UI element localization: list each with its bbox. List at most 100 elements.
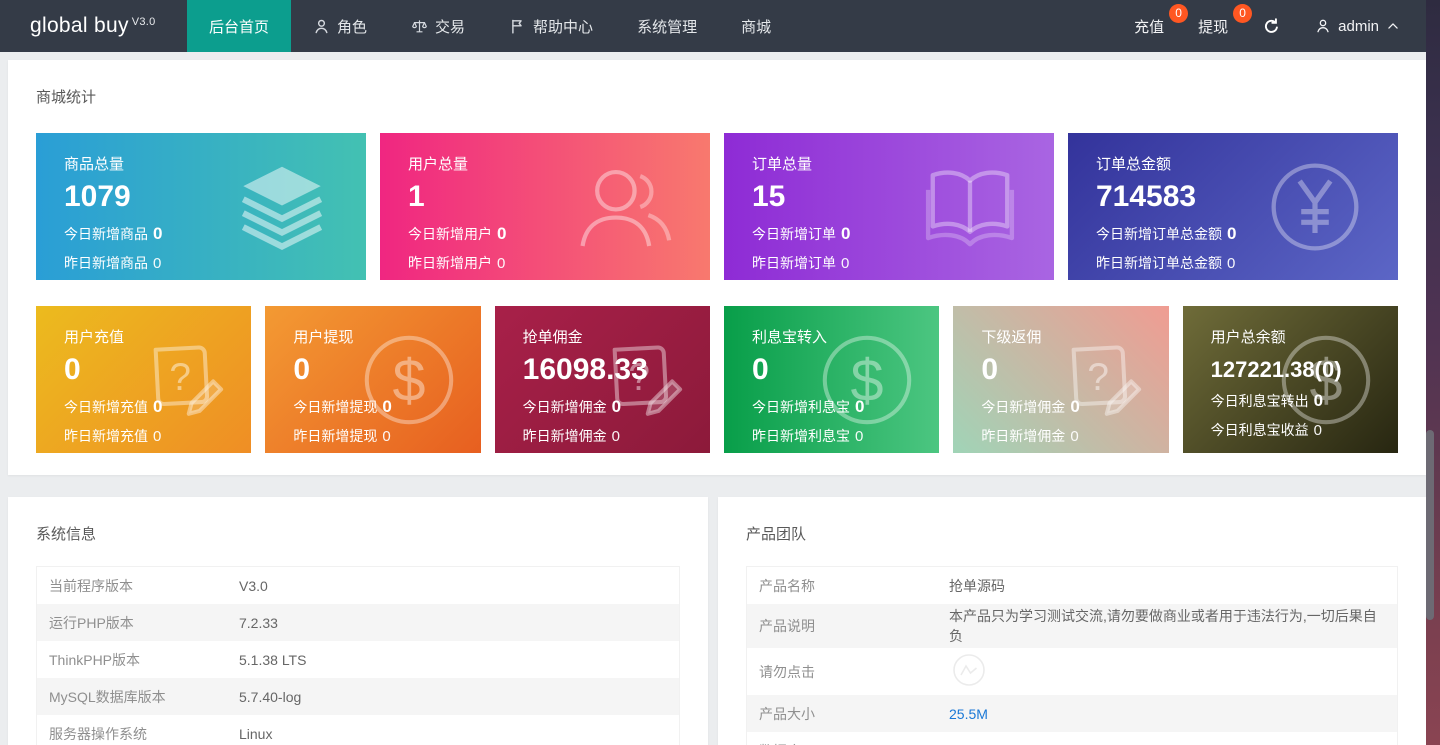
- recharge-button[interactable]: 充值 0: [1134, 3, 1189, 37]
- value-text: V3.0: [239, 577, 268, 594]
- stat-card-yesterday-line: 昨日新增订单总金额 0: [1096, 253, 1398, 273]
- table-row: 产品说明 本产品只为学习测试交流,请勿要做商业或者用于违法行为,一切后果自负: [747, 604, 1397, 648]
- yesterday-label: 昨日新增利息宝: [751, 427, 850, 444]
- user-menu[interactable]: admin: [1315, 18, 1400, 35]
- stat-card-value: 0: [981, 353, 998, 386]
- row-label: 产品说明: [759, 618, 815, 634]
- person-icon: [1315, 18, 1331, 34]
- yesterday-value: 0: [854, 427, 864, 445]
- value-text: 抢单源码: [949, 577, 1005, 594]
- stat-card-yesterday-line: 昨日新增佣金 0: [981, 426, 1168, 446]
- nav-right: 充值 0 提现 0 admin: [1134, 0, 1440, 52]
- stat-card-title: 用户充值: [64, 329, 125, 346]
- yesterday-label: 今日利息宝收益: [1210, 422, 1309, 439]
- app-logo-text: global buy: [30, 14, 129, 37]
- today-label: 今日新增订单: [752, 225, 836, 242]
- stat-card-value: 0: [293, 353, 311, 386]
- refresh-icon[interactable]: [1262, 17, 1281, 36]
- stat-card-title: 商品总量: [64, 156, 125, 173]
- yesterday-value: 0: [153, 254, 162, 272]
- table-row: 请勿点击: [747, 648, 1397, 695]
- today-value: 0: [153, 396, 163, 416]
- stat-card: 抢单佣金 16098.33 今日新增佣金 0 昨日新增佣金 0?: [494, 306, 710, 453]
- today-value: 0: [1227, 223, 1237, 243]
- nav-item-system[interactable]: 系统管理: [615, 0, 719, 52]
- stat-card: 用户充值 0 今日新增充值 0 昨日新增充值 0?: [36, 306, 252, 453]
- table-row: 运行PHP版本 7.2.33: [37, 604, 679, 641]
- stat-card: 下级返佣 0 今日新增佣金 0 昨日新增佣金 0?: [953, 306, 1169, 453]
- stat-card-today-line: 今日利息宝转出 0: [1211, 391, 1398, 411]
- yesterday-label: 昨日新增充值: [64, 427, 148, 444]
- nav-item-label: 交易: [435, 18, 466, 36]
- stat-card: 用户总量 1 今日新增用户 0 昨日新增用户 0: [380, 133, 710, 280]
- value-text: 5.7.40-log: [239, 688, 302, 705]
- flag-icon: [509, 18, 526, 35]
- today-label: 今日新增提现: [293, 398, 378, 415]
- big-stat-cards: 商品总量 1079 今日新增商品 0 昨日新增商品 0 用户总量 1 今日新增用户 0 昨日新增用户…: [36, 133, 1398, 280]
- stat-card-value: 0: [751, 353, 769, 386]
- bottom-panels: 系统信息 当前程序版本 V3.0 运行PHP版本 7.2.33 ThinkPHP版本 5.…: [8, 497, 1426, 745]
- row-value: 7.2.33: [239, 615, 278, 631]
- product-team-table: 产品名称 抢单源码 产品说明 本产品只为学习测试交流,请勿要做商业或者用于违法行为,一…: [746, 566, 1398, 745]
- yesterday-label: 昨日新增佣金: [522, 427, 607, 444]
- yesterday-value: 0: [382, 427, 391, 445]
- yesterday-value: 0: [497, 254, 506, 272]
- stat-card: 商品总量 1079 今日新增商品 0 昨日新增商品 0: [36, 133, 366, 280]
- faint-logo-icon: [949, 650, 989, 690]
- nav-menu: 后台首页 角色 交易 帮助中心 系统管理 商城: [187, 0, 793, 52]
- today-value: 0: [611, 396, 622, 416]
- today-label: 今日新增订单总金额: [1096, 225, 1222, 242]
- today-label: 今日新增佣金: [522, 398, 607, 415]
- row-label: MySQL数据库版本: [49, 688, 166, 705]
- withdraw-badge: 0: [1233, 3, 1253, 23]
- yesterday-value: 0: [153, 427, 162, 445]
- row-value: [949, 650, 989, 693]
- withdraw-button[interactable]: 提现 0: [1198, 3, 1253, 37]
- recharge-label: 充值: [1134, 18, 1165, 36]
- system-info-panel: 系统信息 当前程序版本 V3.0 运行PHP版本 7.2.33 ThinkPHP版本 5.…: [8, 497, 708, 745]
- person-icon: [313, 18, 330, 35]
- stat-card-today-line: 今日新增用户 0: [408, 224, 710, 244]
- product-team-panel: 产品团队 产品名称 抢单源码 产品说明 本产品只为学习测试交流,请勿要做商业或者用于违…: [718, 497, 1426, 745]
- nav-item-label: 帮助中心: [533, 18, 594, 36]
- nav-item-help-center[interactable]: 帮助中心: [487, 0, 615, 52]
- stat-card-today-line: 今日新增订单总金额 0: [1096, 224, 1398, 244]
- nav-item-dashboard[interactable]: 后台首页: [187, 0, 292, 52]
- today-value: 0: [854, 396, 865, 416]
- main-content: 商城统计 商品总量 1079 今日新增商品 0 昨日新增商品 0 用户总量 1 今日新增用户 0 昨…: [8, 60, 1426, 745]
- stat-card-yesterday-line: 今日利息宝收益 0: [1211, 420, 1398, 440]
- stat-card: 订单总量 15 今日新增订单 0 昨日新增订单 0: [724, 133, 1054, 280]
- value-link[interactable]: 25.5M: [949, 706, 988, 722]
- stat-card: 利息宝转入 0 今日新增利息宝 0 昨日新增利息宝 0 $: [723, 306, 940, 453]
- yesterday-label: 昨日新增订单: [752, 254, 836, 271]
- product-team-title: 产品团队: [746, 526, 807, 543]
- stat-card-yesterday-line: 昨日新增用户 0: [408, 253, 710, 273]
- value-text: 7.2.33: [239, 614, 278, 631]
- row-value: Linux: [239, 726, 272, 742]
- stat-card-title: 用户提现: [293, 329, 354, 346]
- stat-card-value: 1079: [64, 180, 131, 213]
- stat-card-today-line: 今日新增订单 0: [752, 224, 1054, 244]
- table-row: MySQL数据库版本 5.7.40-log: [37, 678, 679, 715]
- stats-panel-title: 商城统计: [36, 89, 97, 106]
- yesterday-label: 昨日新增佣金: [981, 427, 1066, 444]
- nav-item-mall[interactable]: 商城: [719, 0, 793, 52]
- yesterday-label: 昨日新增商品: [64, 254, 148, 271]
- scrollbar-thumb[interactable]: [1426, 430, 1434, 620]
- today-value: 0: [841, 223, 851, 243]
- stat-card-today-line: 今日新增提现 0: [293, 397, 480, 417]
- nav-item-trade[interactable]: 交易: [389, 0, 487, 52]
- stat-card-today-line: 今日新增商品 0: [64, 224, 366, 244]
- stat-card-title: 抢单佣金: [522, 329, 583, 346]
- stat-card-today-line: 今日新增佣金 0: [981, 397, 1168, 417]
- today-label: 今日新增利息宝: [751, 398, 850, 415]
- stat-card-title: 订单总量: [752, 156, 813, 173]
- table-row: 服务器操作系统 Linux: [37, 715, 679, 745]
- today-value: 0: [382, 396, 392, 416]
- today-value: 0: [153, 223, 163, 243]
- nav-item-roles[interactable]: 角色: [291, 0, 389, 52]
- withdraw-label: 提现: [1198, 18, 1229, 36]
- stat-card-value: 1: [408, 180, 425, 213]
- yesterday-value: 0: [1227, 254, 1236, 272]
- row-label: 服务器操作系统: [49, 725, 147, 742]
